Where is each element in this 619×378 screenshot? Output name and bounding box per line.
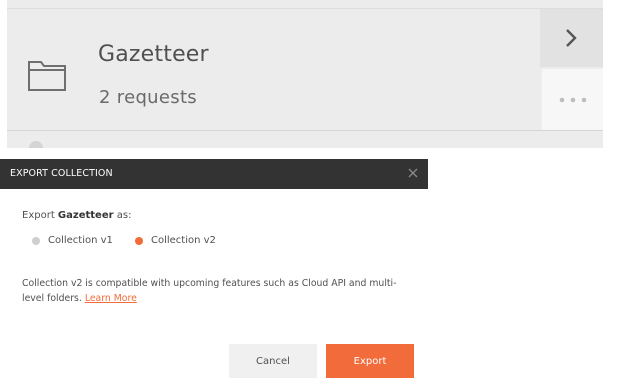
collection-card-main[interactable]: Gazetteer 2 requests: [7, 9, 538, 130]
radio-label: Collection v1: [48, 235, 113, 246]
modal-header: EXPORT COLLECTION: [0, 159, 428, 189]
ellipsis-icon: [559, 97, 587, 103]
radio-button-unselected[interactable]: [32, 237, 40, 245]
cancel-button[interactable]: Cancel: [229, 344, 317, 378]
collection-card[interactable]: Gazetteer 2 requests: [7, 0, 603, 148]
expand-collection-button[interactable]: [540, 9, 603, 67]
chevron-right-icon: [566, 29, 577, 47]
divider: [7, 130, 603, 131]
export-collection-name: Gazetteer: [57, 210, 114, 221]
close-icon[interactable]: [406, 166, 420, 180]
folder-icon: [28, 61, 66, 91]
export-prompt: Export Gazetteer as:: [22, 210, 131, 221]
export-prompt-prefix: Export: [22, 210, 58, 221]
version-info-text: Collection v2 is compatible with upcomin…: [22, 276, 412, 306]
request-count: 2 requests: [99, 87, 197, 108]
info-text: Collection v2 is compatible with upcomin…: [22, 278, 397, 304]
modal-title: EXPORT COLLECTION: [10, 168, 113, 179]
learn-more-link[interactable]: Learn More: [85, 293, 137, 304]
export-prompt-suffix: as:: [113, 210, 132, 221]
next-item-icon: [29, 141, 43, 148]
radio-button-selected[interactable]: [135, 237, 143, 245]
export-button[interactable]: Export: [326, 344, 414, 378]
more-options-button[interactable]: [542, 69, 603, 130]
radio-label: Collection v2: [151, 235, 216, 246]
export-collection-modal: EXPORT COLLECTION Export Gazetteer as: C…: [0, 159, 428, 378]
collection-name: Gazetteer: [98, 42, 209, 67]
